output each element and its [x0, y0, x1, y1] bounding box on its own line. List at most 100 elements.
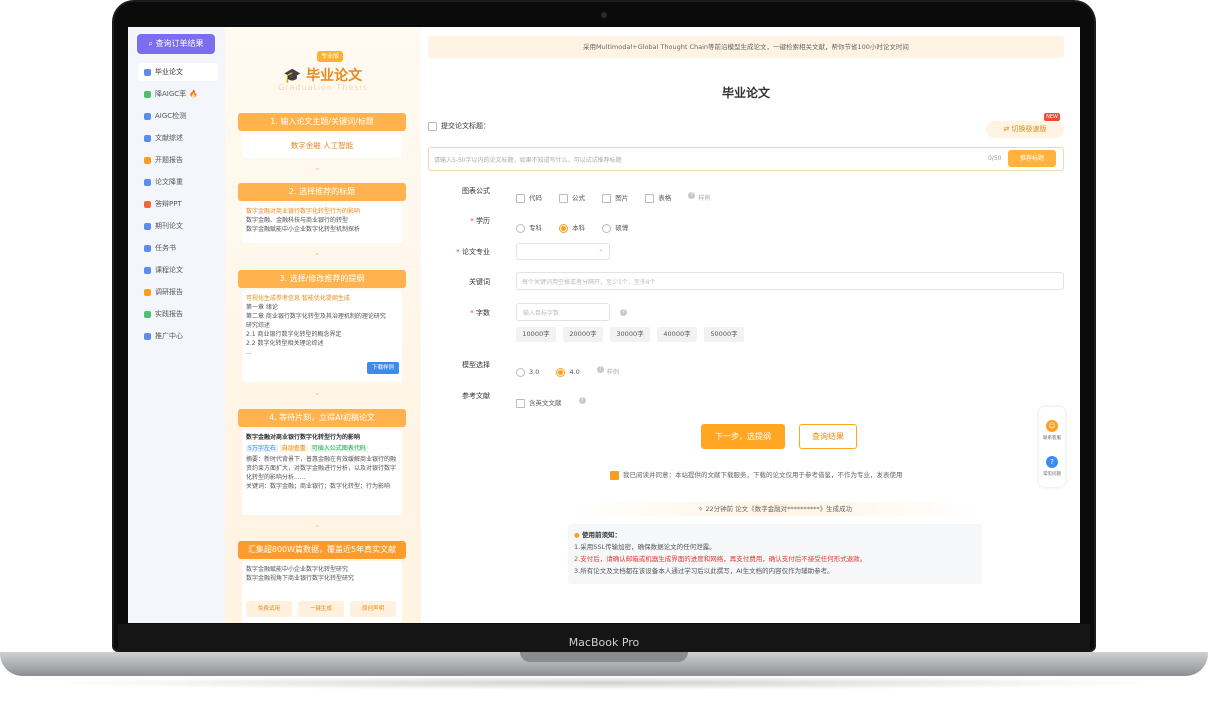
recommend-title-button[interactable]: 推荐标题	[1008, 150, 1056, 167]
tag: 5万字左右	[246, 445, 278, 452]
switch-icon: ⇄	[1003, 125, 1012, 133]
practice-icon	[144, 310, 151, 318]
faq-label[interactable]: 常见问题	[1039, 471, 1065, 477]
hot-icon: 🔥	[189, 90, 198, 98]
doc-icon	[144, 68, 151, 76]
sidebar-item[interactable]: 调研报告	[138, 283, 218, 301]
question-icon: ?	[578, 397, 586, 404]
reference-label: 参考文献	[462, 392, 490, 400]
sidebar-item[interactable]: AIGC检测	[138, 107, 218, 125]
ppt-icon	[144, 200, 151, 208]
step-1-head: 1. 输入论文主题/关键词/标题	[238, 113, 406, 131]
pro-badge: 专业版	[317, 51, 343, 62]
model-options: 3.0 4.0 ? 样例	[516, 359, 619, 378]
query-result-button[interactable]: 查询结果	[799, 424, 857, 449]
charts-sample-link[interactable]: ? 样例	[688, 185, 710, 204]
major-select[interactable]	[516, 243, 610, 260]
step-2-head: 2. 选择推荐的标题	[238, 183, 406, 201]
chevron-down-icon: ⌄	[314, 388, 321, 397]
model-label: 模型选择	[462, 361, 490, 369]
sidebar-item[interactable]: 期刊论文	[138, 217, 218, 235]
guide-title: 🎓 毕业论文	[283, 68, 363, 84]
customer-service-icon[interactable]: ☺	[1046, 420, 1058, 432]
step-1-example: 数字金融 人工智能	[242, 133, 402, 158]
switch-fast-mode-button[interactable]: ⇄ 切换极速版	[986, 121, 1064, 138]
report-icon	[144, 156, 151, 164]
topic-label: 提交论文标题：	[428, 121, 490, 131]
download-sample-button[interactable]: 下载样例	[367, 362, 399, 374]
code-checkbox[interactable]: 代码	[516, 193, 542, 203]
device-label: MacBook Pro	[568, 636, 640, 649]
step-3-head: 3. 选择/修改推荐的提纲	[238, 270, 406, 288]
topic-char-count: 0/50	[988, 155, 1002, 162]
degree-options: 专科 本科 硕博	[516, 215, 640, 234]
sidebar-item[interactable]: 答辩PPT	[138, 195, 218, 213]
agreement[interactable]: 我已阅读并同意：本站提供的文献下载服务，下载的论文仅用于参考借鉴，不作为专业，发…	[610, 469, 903, 480]
doc-icon	[428, 121, 437, 131]
sidebar-item[interactable]: 降AIGC率 🔥	[138, 85, 218, 103]
question-icon: ?	[596, 366, 604, 373]
sidebar-item[interactable]: 毕业论文	[138, 63, 218, 81]
sidebar-item[interactable]: 开题报告	[138, 151, 218, 169]
chevron-down-icon: ⌄	[314, 163, 321, 172]
wordcount-label: * 字数	[470, 309, 490, 317]
model-sample-link[interactable]: ? 样例	[596, 359, 619, 378]
page-title: 毕业论文	[721, 86, 770, 100]
wordcount-chip[interactable]: 20000字	[563, 327, 603, 342]
tag: 可插入公式图表代码	[309, 445, 368, 452]
tag: 自动查重	[279, 445, 308, 452]
wordcount-chip[interactable]: 10000字	[516, 327, 556, 342]
degree-label: * 学历	[470, 217, 490, 225]
next-step-button[interactable]: 下一步，选提纲	[701, 424, 785, 449]
charts-label: 图表公式	[462, 187, 490, 195]
english-refs-checkbox[interactable]: 含英文文献	[516, 398, 562, 408]
laptop-notch	[520, 652, 688, 662]
degree-bachelor-radio[interactable]: 本科	[559, 223, 585, 233]
faq-icon[interactable]: ?	[1046, 456, 1058, 468]
sidebar-item[interactable]: 论文降重	[138, 173, 218, 191]
chevron-down-icon: ⌄	[598, 245, 604, 253]
wordcount-chip[interactable]: 40000字	[657, 327, 697, 342]
top-banner: 采用Multimodal+Global Thought Chain等前沿模型生成…	[428, 36, 1064, 58]
reference-options: 含英文文献 ?	[516, 390, 589, 409]
question-icon: ?	[620, 309, 627, 316]
wordcount-chip[interactable]: 30000字	[610, 327, 650, 342]
formula-checkbox[interactable]: 公式	[559, 193, 585, 203]
model-3-radio[interactable]: 3.0	[516, 367, 539, 377]
wordcount-chip[interactable]: 50000字	[704, 327, 744, 342]
step-5-head: 汇集超800W篇数据，覆盖近5年真实文献	[238, 541, 406, 559]
sidebar-item[interactable]: 实践报告	[138, 305, 218, 323]
generate-button[interactable]: 一键生成	[298, 601, 344, 617]
shield-icon	[144, 90, 151, 98]
scan-icon	[144, 112, 151, 120]
book-icon	[144, 134, 151, 142]
journal-icon	[144, 222, 151, 230]
degree-junior-radio[interactable]: 专科	[516, 223, 542, 233]
sidebar-item[interactable]: 文献综述	[138, 129, 218, 147]
image-checkbox[interactable]: 图片	[602, 193, 628, 203]
table-checkbox[interactable]: 表格	[645, 193, 671, 203]
sidebar-item[interactable]: 推广中心	[138, 327, 218, 345]
recent-ticker: ✧ 22分钟前 论文《数字金融对**********》生成成功	[568, 502, 982, 516]
wordcount-placeholder: 输入目标字数	[523, 310, 560, 317]
degree-master-radio[interactable]: 硕博	[602, 223, 628, 233]
sidebar-item[interactable]: 课程论文	[138, 261, 218, 279]
charts-options: 代码 公式 图片 表格 ? 样例	[516, 185, 710, 204]
guide-subtitle: Graduation Thesis	[278, 83, 368, 92]
screen: ⌕ 查询订单结果 毕业论文 降AIGC率 🔥 AIGC检测 文献综述 开题报告 论文降重 答辩…	[128, 27, 1080, 623]
keywords-label: 关键词	[469, 278, 490, 286]
notice-box: ● 使用前须知： 1.采用SSL传输加密，确保数据论文的任何泄露。 2.支付后，…	[568, 524, 982, 584]
send-icon	[144, 332, 151, 340]
step-4-head: 4. 等待片刻，立得AI初稿论文	[238, 409, 406, 427]
major-label: * 论文专业	[456, 248, 490, 256]
graduation-cap-icon: 🎓	[283, 68, 302, 84]
original-statement-button[interactable]: 原创声明	[350, 601, 396, 617]
free-trial-button[interactable]: 免费试用	[246, 601, 292, 617]
sidebar-item[interactable]: 任务书	[138, 239, 218, 257]
model-4-radio[interactable]: 4.0	[556, 367, 580, 377]
info-icon: ●	[574, 531, 580, 539]
topic-placeholder: 请输入5-50字以内的论文标题，如果不知道写什么，可以试试推荐标题	[434, 157, 622, 164]
customer-service-label[interactable]: 联系客服	[1039, 435, 1065, 441]
camera-icon	[601, 12, 607, 18]
order-query-button[interactable]: ⌕ 查询订单结果	[137, 34, 215, 54]
